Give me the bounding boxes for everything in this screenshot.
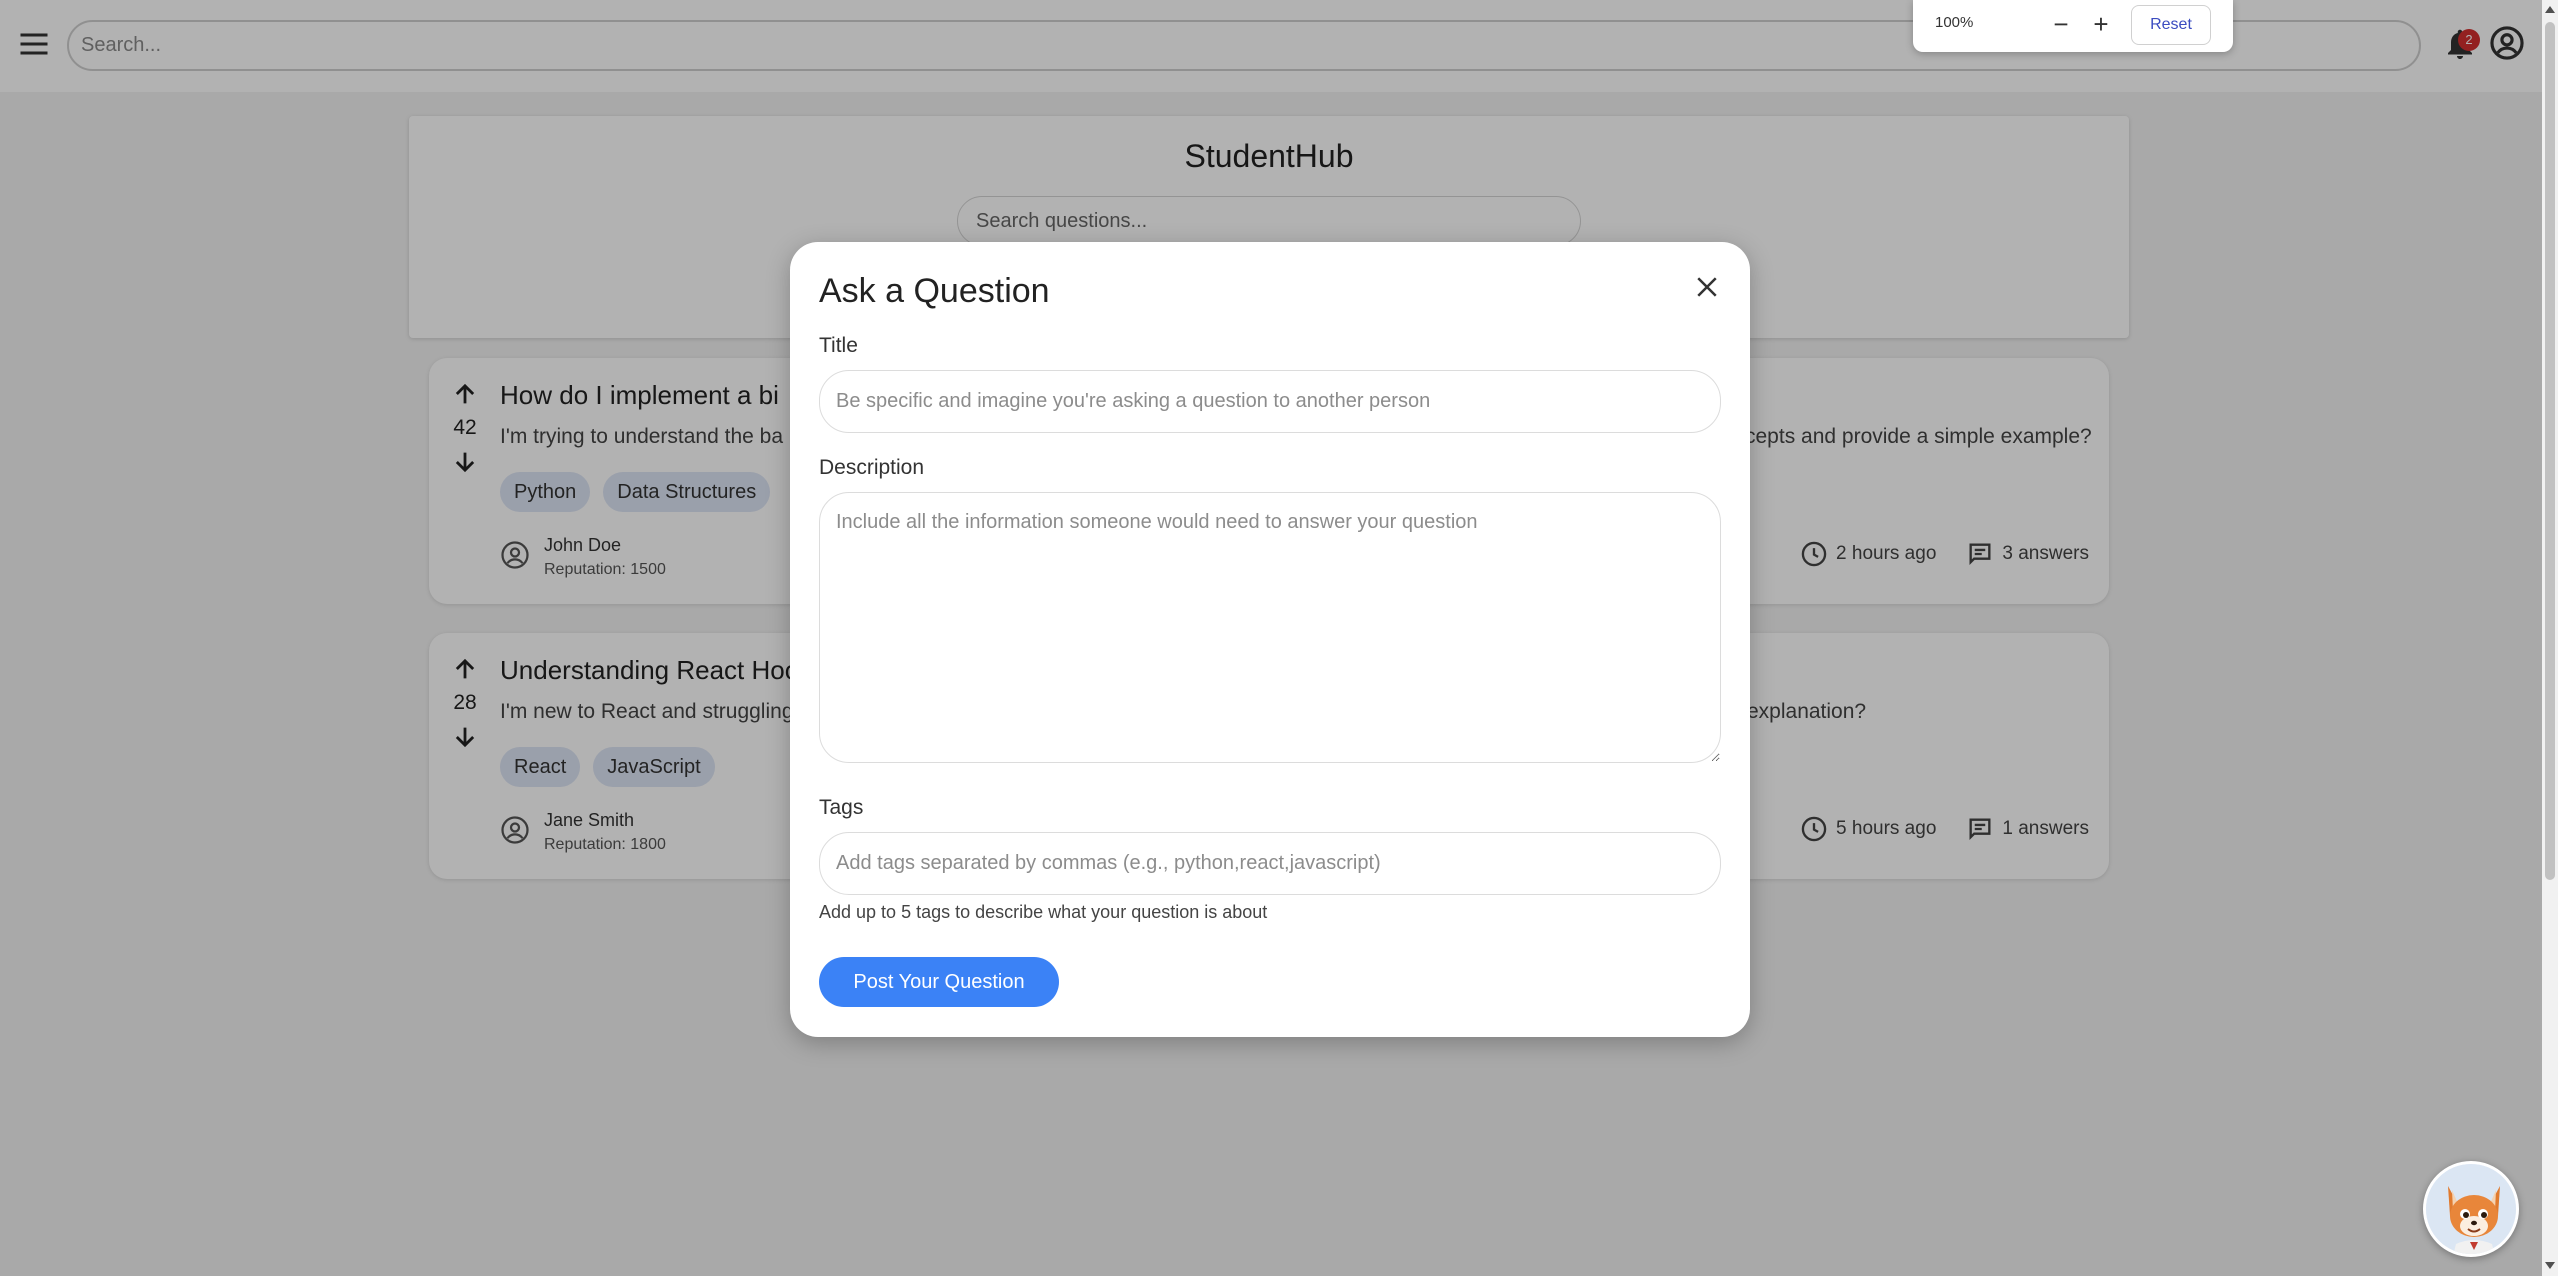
scroll-up-arrow-icon[interactable] — [2545, 6, 2555, 13]
page-scrollbar[interactable] — [2542, 0, 2558, 1276]
tags-help-text: Add up to 5 tags to describe what your q… — [819, 902, 1268, 922]
zoom-level: 100% — [1935, 14, 1974, 31]
zoom-control: 100% − + Reset — [1913, 0, 2233, 52]
title-input[interactable] — [819, 370, 1721, 433]
ask-question-modal: Ask a Question Title Description Tags Ad… — [790, 242, 1750, 1037]
zoom-reset-button[interactable]: Reset — [2131, 5, 2211, 45]
zoom-out-button[interactable]: − — [2046, 10, 2076, 40]
fox-assistant-avatar[interactable] — [2423, 1161, 2519, 1257]
description-textarea[interactable] — [819, 492, 1721, 763]
tags-input[interactable] — [819, 832, 1721, 895]
modal-title: Ask a Question — [819, 272, 1050, 310]
post-question-button[interactable]: Post Your Question — [819, 957, 1059, 1007]
close-icon[interactable] — [1692, 272, 1722, 302]
scroll-down-arrow-icon[interactable] — [2545, 1262, 2555, 1269]
description-label: Description — [819, 456, 925, 479]
tags-label: Tags — [819, 796, 864, 819]
title-label: Title — [819, 334, 858, 357]
zoom-in-button[interactable]: + — [2086, 10, 2116, 40]
scroll-thumb[interactable] — [2545, 22, 2555, 880]
